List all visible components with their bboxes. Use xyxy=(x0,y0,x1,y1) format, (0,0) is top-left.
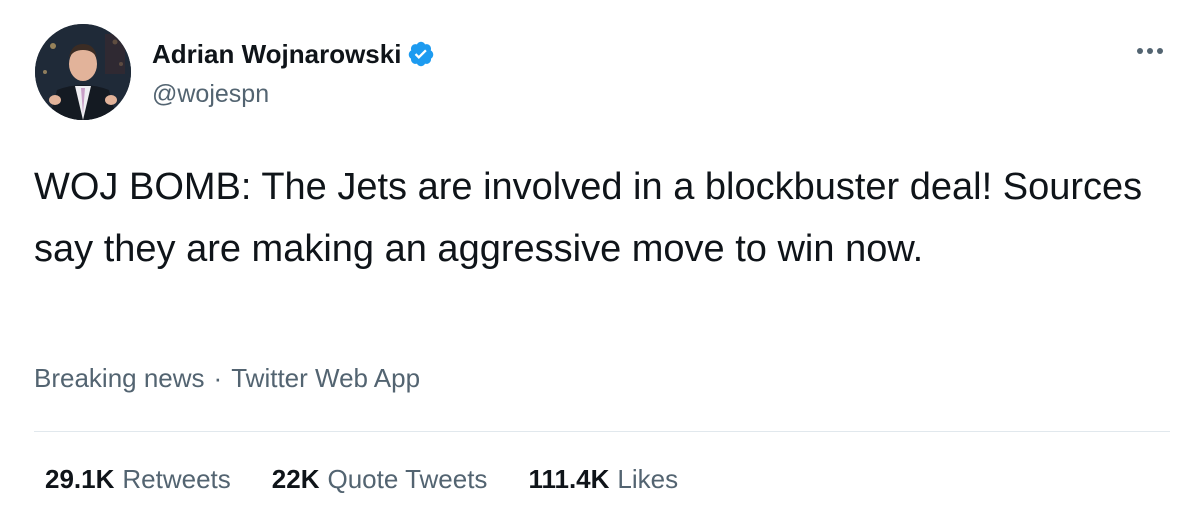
tweet-source[interactable]: Twitter Web App xyxy=(231,363,420,394)
author-name-row: Adrian Wojnarowski xyxy=(152,38,435,70)
verified-badge-icon xyxy=(407,40,435,68)
author-avatar[interactable] xyxy=(35,24,131,120)
more-horizontal-icon xyxy=(1137,48,1163,54)
tweet-text: WOJ BOMB: The Jets are involved in a blo… xyxy=(34,166,1143,270)
tweet-stats: 29.1K Retweets 22K Quote Tweets 111.4K L… xyxy=(45,464,719,495)
stat-count: 111.4K xyxy=(528,464,610,494)
stat-count: 22K xyxy=(271,464,320,494)
author-display-name[interactable]: Adrian Wojnarowski xyxy=(152,39,401,70)
stat-count: 29.1K xyxy=(45,464,115,494)
stat-label: Likes xyxy=(617,464,679,494)
stat-likes[interactable]: 111.4K Likes xyxy=(528,464,678,495)
tweet-meta: Breaking news · Twitter Web App xyxy=(34,363,420,394)
divider xyxy=(34,431,1170,432)
author-handle[interactable]: @wojespn xyxy=(152,80,269,109)
stat-retweets[interactable]: 29.1K Retweets xyxy=(45,464,231,495)
more-options-button[interactable] xyxy=(1132,40,1168,62)
tweet-card: Adrian Wojnarowski @wojespn WOJ BOMB: Th… xyxy=(0,0,1200,526)
tweet-timestamp[interactable]: Breaking news xyxy=(34,363,205,394)
meta-separator: · xyxy=(213,363,223,393)
stat-label: Quote Tweets xyxy=(327,464,488,494)
stat-label: Retweets xyxy=(122,464,231,494)
stat-quote-tweets[interactable]: 22K Quote Tweets xyxy=(272,464,488,495)
